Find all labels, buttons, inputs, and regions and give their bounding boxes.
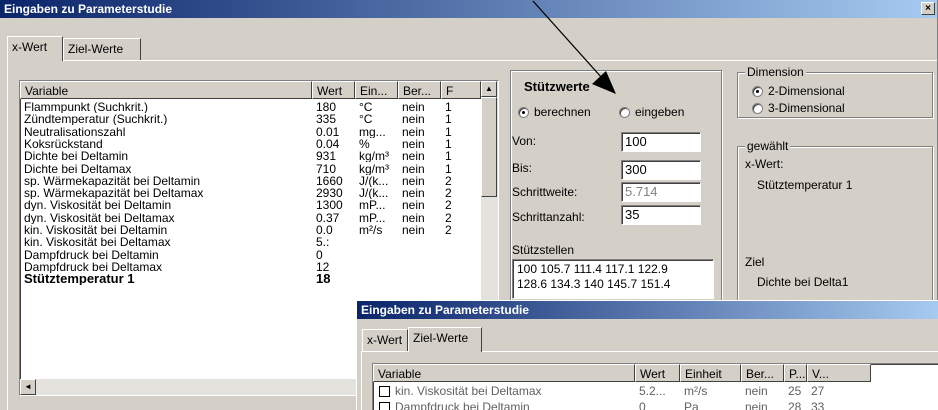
tab-x-wert[interactable]: x-Wert xyxy=(7,36,63,61)
arrow-line xyxy=(532,0,603,79)
tab-x-wert-label: x-Wert xyxy=(12,40,48,54)
arrow-head xyxy=(592,71,616,94)
second-tab-ziel-werte-label: Ziel-Werte xyxy=(413,331,469,345)
second-tab-ziel-werte[interactable]: Ziel-Werte xyxy=(408,327,482,352)
